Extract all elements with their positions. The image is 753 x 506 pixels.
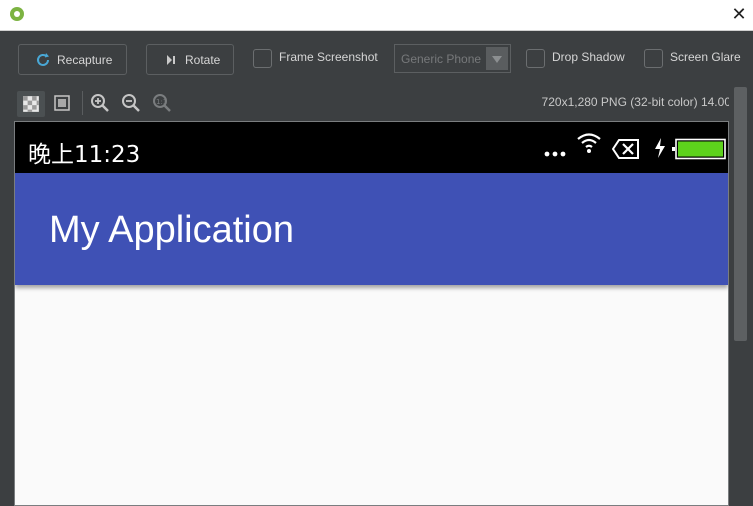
more-dots-icon [544,151,566,157]
drop-shadow-label: Drop Shadow [552,50,625,64]
image-info: 720x1,280 PNG (32-bit color) 14.00 [541,95,731,109]
zoom-out-icon[interactable] [121,93,141,113]
zoom-in-icon[interactable] [90,93,110,113]
rotate-icon [167,54,175,65]
recapture-button[interactable]: Recapture [18,44,127,75]
view-options-bar: 1:1 720x1,280 PNG (32-bit color) 14.00 [0,85,753,121]
window-titlebar: ✕ [0,0,753,31]
recapture-label: Recapture [57,52,113,67]
status-time: 晚上11:23 [28,142,141,168]
frame-screenshot-label: Frame Screenshot [279,50,378,64]
toolbar: Recapture Rotate Frame Screenshot Generi… [0,31,753,85]
rotate-label: Rotate [185,52,221,67]
chevron-down-icon[interactable] [486,47,508,70]
device-status-bar: 晚上11:23 [15,122,728,173]
rotate-button[interactable]: Rotate [146,44,234,75]
checkered-icon [23,96,39,112]
device-select[interactable]: Generic Phone [394,44,511,73]
battery-icon [672,138,726,160]
screen-glare-checkbox[interactable] [644,49,663,68]
vertical-scrollbar[interactable] [729,85,753,506]
refresh-icon [37,52,49,66]
drop-shadow-checkbox[interactable] [526,49,545,68]
app-title: My Application [49,209,295,251]
close-window-button[interactable]: ✕ [727,3,751,27]
no-sim-icon [612,139,639,159]
toolbar-divider [82,91,83,115]
scrollbar-thumb[interactable] [734,87,747,341]
wifi-icon [577,133,601,153]
svg-text:1:1: 1:1 [156,98,167,106]
frame-screenshot-checkbox[interactable] [253,49,272,68]
device-select-value: Generic Phone [401,52,482,66]
zoom-actual-icon[interactable]: 1:1 [152,93,172,113]
screen-glare-label: Screen Glare [670,50,741,64]
app-icon [10,7,24,21]
screenshot-preview: 晚上11:23 My Application [14,121,729,506]
checkered-background-toggle[interactable] [17,91,45,117]
fit-screen-icon[interactable] [52,93,72,113]
charging-bolt-icon [655,138,665,158]
app-action-bar: My Application [15,173,728,285]
